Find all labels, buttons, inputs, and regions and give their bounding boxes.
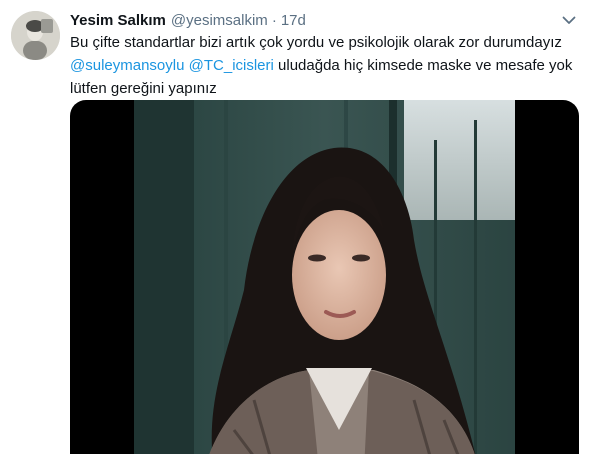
video-frame[interactable] <box>134 100 515 454</box>
mention-link[interactable]: @TC_icisleri <box>189 57 274 74</box>
tweet-header: Yesim Salkım @yesimsalkim · 17d <box>70 10 306 30</box>
video-player[interactable] <box>70 100 579 454</box>
tweet-timestamp[interactable]: 17d <box>281 12 306 29</box>
chevron-down-icon <box>562 12 576 30</box>
tweet-text-line-2-rest: uludağda hiç kimsede maske ve mesafe yok <box>278 57 573 74</box>
tweet-text-line-2: @suleymansoylu @TC_icisleri uludağda hiç… <box>70 54 585 77</box>
more-options-button[interactable] <box>558 12 580 30</box>
separator-dot: · <box>271 11 277 29</box>
author-handle[interactable]: @yesimsalkim <box>171 12 268 29</box>
tweet-text-line-3: lütfen gereğini yapınız <box>70 80 217 97</box>
mention-link[interactable]: @suleymansoylu <box>70 57 184 74</box>
author-name[interactable]: Yesim Salkım <box>70 12 166 29</box>
tweet-text: Bu çifte standartlar bizi artık çok yord… <box>70 31 585 100</box>
avatar[interactable] <box>11 11 60 60</box>
tweet-text-line-1: Bu çifte standartlar bizi artık çok yord… <box>70 34 562 51</box>
tweet[interactable]: Yesim Salkım @yesimsalkim · 17d Bu çifte… <box>0 0 596 454</box>
